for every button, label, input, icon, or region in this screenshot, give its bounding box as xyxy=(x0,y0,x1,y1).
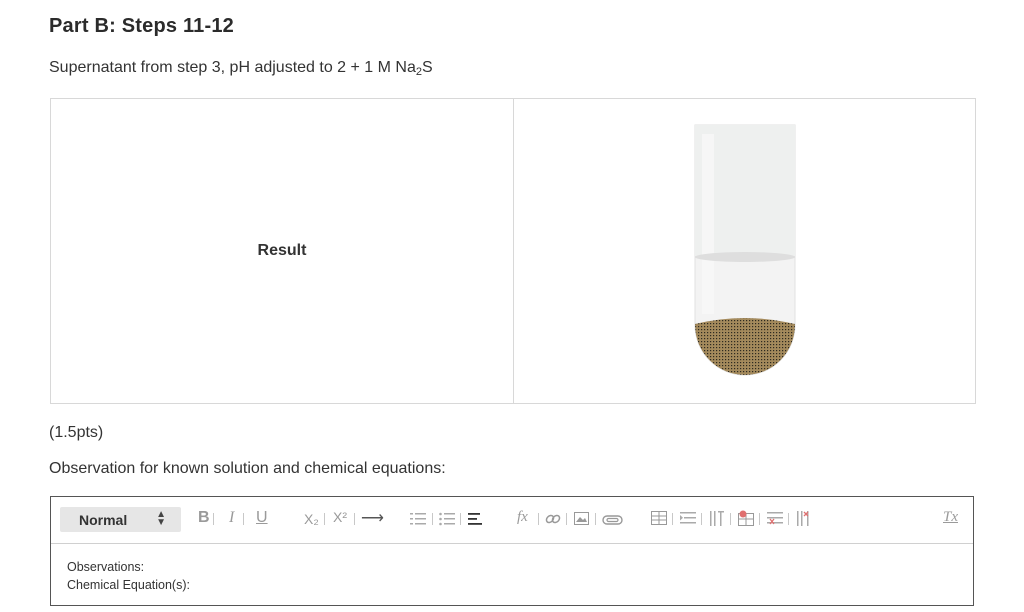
chemical-equations-line: Chemical Equation(s): xyxy=(67,578,190,592)
page-title: Part B: Steps 11-12 xyxy=(49,15,234,37)
subtitle-text: Supernatant from step 3, pH adjusted to … xyxy=(49,59,416,76)
table-icon[interactable] xyxy=(651,511,667,525)
toolbar-divider xyxy=(354,513,355,525)
insert-row-icon[interactable] xyxy=(680,511,696,525)
numbered-list-icon[interactable] xyxy=(410,512,426,526)
toolbar-divider xyxy=(538,513,539,525)
question-prompt: Observation for known solution and chemi… xyxy=(49,460,446,477)
bold-button[interactable]: B xyxy=(198,509,210,527)
superscript-button[interactable]: X² xyxy=(333,509,347,525)
bullet-list-icon[interactable] xyxy=(439,512,455,526)
toolbar-divider xyxy=(213,513,214,525)
result-image-cell xyxy=(514,99,975,403)
align-left-icon[interactable] xyxy=(468,512,484,526)
points-label: (1.5pts) xyxy=(49,424,104,441)
precipitate xyxy=(695,318,795,375)
insert-column-icon[interactable] xyxy=(709,511,725,526)
toolbar-divider xyxy=(460,513,461,525)
toolbar-divider xyxy=(701,513,702,525)
toolbar-divider xyxy=(788,513,789,525)
subscript-button[interactable]: X₂ xyxy=(304,511,319,527)
select-arrows-icon: ▲ ▼ xyxy=(156,509,166,528)
formula-button[interactable]: fx xyxy=(517,509,528,526)
editor-toolbar: Normal ▲ ▼ B I U X₂ X² ⟶ fx Tx xyxy=(51,497,973,544)
delete-column-icon[interactable] xyxy=(796,511,812,526)
link-icon[interactable] xyxy=(545,511,561,527)
test-tube-icon xyxy=(694,124,796,376)
delete-row-icon[interactable] xyxy=(767,511,783,526)
format-select-value: Normal xyxy=(79,511,128,528)
toolbar-divider xyxy=(243,513,244,525)
toolbar-divider xyxy=(730,513,731,525)
toolbar-divider xyxy=(672,513,673,525)
result-label-cell: Result xyxy=(51,99,514,403)
toolbar-divider xyxy=(759,513,760,525)
result-table: Result xyxy=(50,98,976,404)
underline-button[interactable]: U xyxy=(256,509,268,527)
result-label: Result xyxy=(257,242,307,259)
observations-line: Observations: xyxy=(67,560,145,574)
rich-text-editor[interactable]: Normal ▲ ▼ B I U X₂ X² ⟶ fx Tx Observati… xyxy=(50,496,974,606)
format-select[interactable]: Normal ▲ ▼ xyxy=(60,507,181,532)
toolbar-divider xyxy=(566,513,567,525)
reaction-arrow-button[interactable]: ⟶ xyxy=(361,508,384,528)
image-icon[interactable] xyxy=(574,512,589,525)
step-description: Supernatant from step 3, pH adjusted to … xyxy=(49,59,433,78)
toolbar-divider xyxy=(432,513,433,525)
clear-formatting-button[interactable]: Tx xyxy=(943,509,958,526)
toolbar-divider xyxy=(324,513,325,525)
delete-table-icon[interactable] xyxy=(738,510,754,526)
italic-button[interactable]: I xyxy=(229,509,234,527)
toolbar-divider xyxy=(595,513,596,525)
attachment-icon[interactable] xyxy=(602,514,624,526)
editor-content[interactable]: Observations: Chemical Equation(s): xyxy=(51,544,973,608)
subtitle-suffix: S xyxy=(422,59,433,76)
